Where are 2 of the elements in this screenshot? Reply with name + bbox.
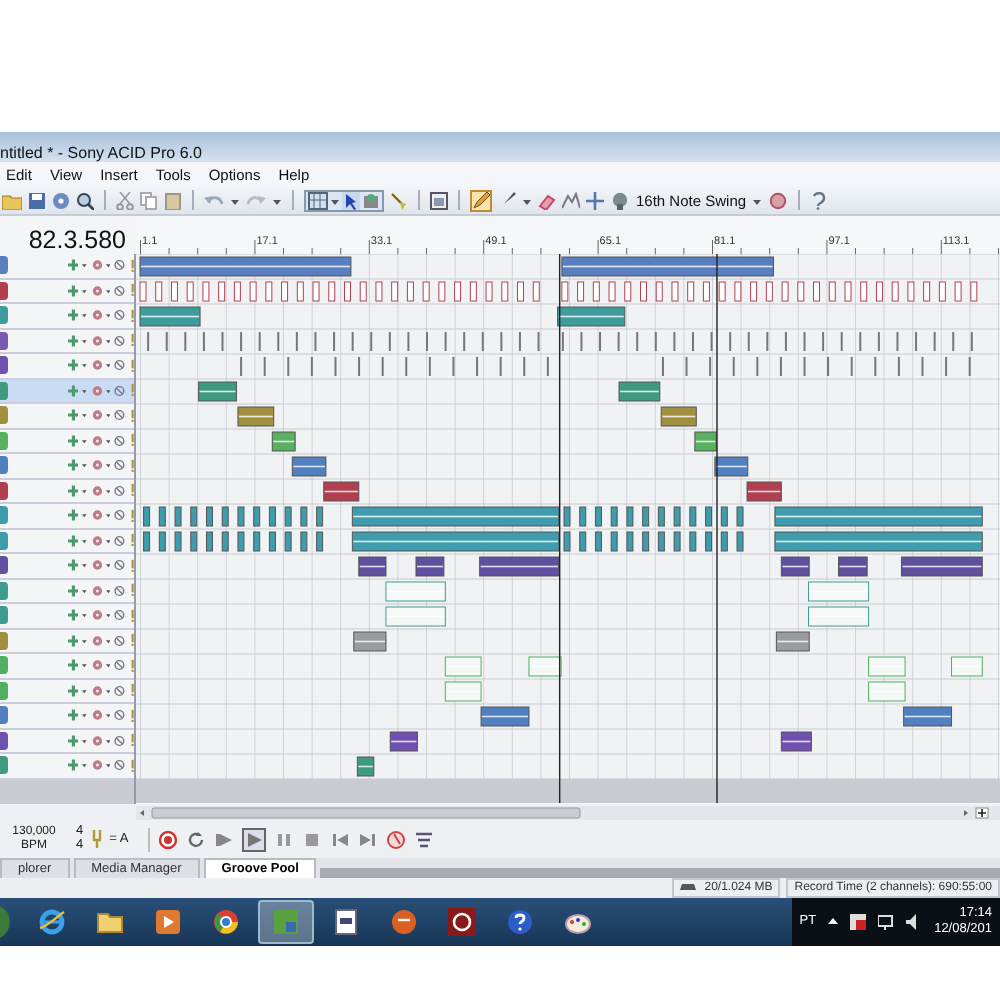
time-display: 82.3.580	[28, 226, 126, 254]
window-title: ntitled * - Sony ACID Pro 6.0	[0, 144, 202, 162]
